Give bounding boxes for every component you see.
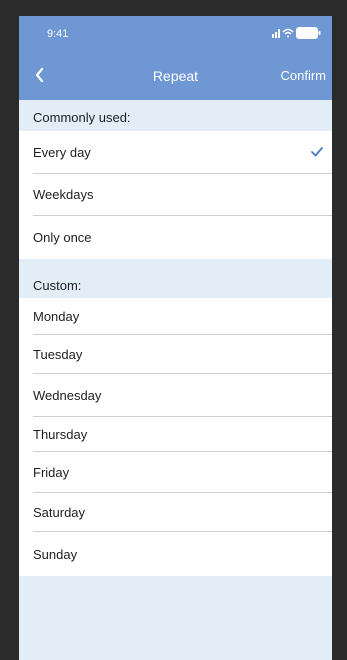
option-label: Only once [33, 230, 92, 245]
nav-bar: Repeat Confirm [19, 52, 332, 100]
day-friday[interactable]: Friday [19, 452, 332, 492]
signal-icon [272, 29, 280, 38]
day-label: Tuesday [33, 346, 83, 362]
status-bar: 9:41 [19, 16, 332, 52]
day-label: Saturday [33, 504, 86, 520]
status-icons [272, 25, 322, 41]
status-time: 9:41 [47, 28, 69, 40]
day-saturday[interactable]: Saturday [19, 493, 332, 531]
day-label: Thursday [33, 426, 88, 442]
day-monday[interactable]: Monday [19, 298, 332, 334]
day-wednesday[interactable]: Wednesday [19, 374, 332, 416]
day-label: Monday [33, 308, 80, 324]
section-label-custom: Custom: [33, 278, 82, 293]
wifi-icon [282, 28, 294, 38]
checkmark-icon [310, 145, 324, 159]
app-screen: 9:41 Repeat Confirm Commonly used: Every… [19, 16, 332, 660]
battery-icon [296, 27, 321, 39]
common-options-group: Every day Weekdays Only once [19, 131, 332, 259]
option-weekdays[interactable]: Weekdays [19, 174, 332, 215]
day-thursday[interactable]: Thursday [19, 417, 332, 451]
option-label: Weekdays [33, 187, 94, 202]
option-label: Every day [33, 144, 91, 160]
day-label: Wednesday [33, 387, 102, 403]
option-only-once[interactable]: Only once [19, 216, 332, 259]
section-label-common: Commonly used: [33, 110, 131, 125]
device-frame: 9:41 Repeat Confirm Commonly used: Every… [0, 0, 347, 660]
day-label: Friday [33, 464, 70, 480]
option-every-day[interactable]: Every day [19, 131, 332, 173]
confirm-button[interactable]: Confirm [280, 52, 326, 100]
day-sunday[interactable]: Sunday [19, 532, 332, 576]
custom-days-group: Monday Tuesday Wednesday Thursday Friday… [19, 298, 332, 576]
day-label: Sunday [33, 546, 78, 562]
day-tuesday[interactable]: Tuesday [19, 335, 332, 373]
